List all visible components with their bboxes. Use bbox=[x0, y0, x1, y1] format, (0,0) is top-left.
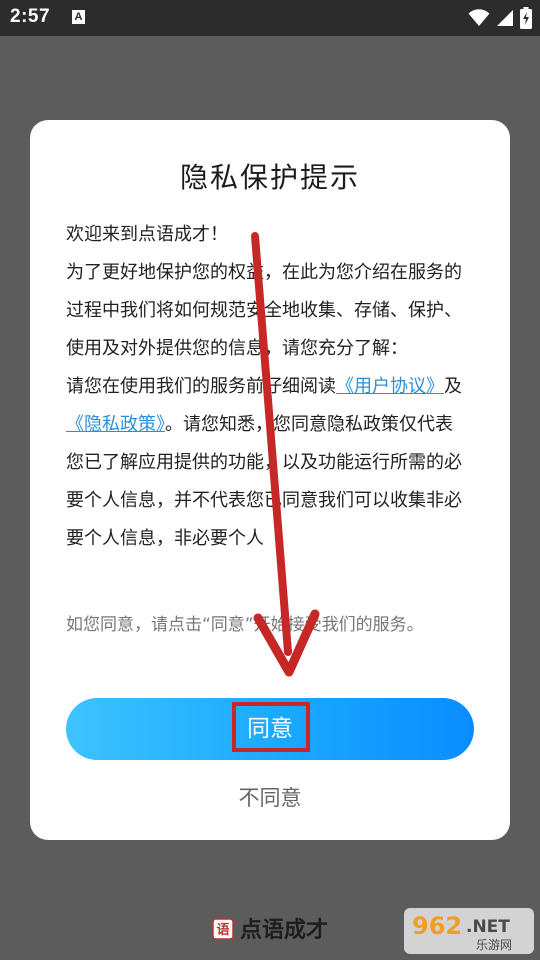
read-prefix: 请您在使用我们的服务前仔细阅读 bbox=[66, 376, 336, 397]
status-time: 2:57 bbox=[10, 6, 51, 27]
status-bar: 2:57 A bbox=[0, 0, 540, 36]
notification-icon: A bbox=[72, 10, 85, 24]
svg-text:语: 语 bbox=[216, 923, 229, 938]
logo-text: 点语成才 bbox=[239, 918, 328, 943]
privacy-policy-link[interactable]: 《隐私政策》 bbox=[66, 414, 165, 435]
intro-text: 为了更好地保护您的权益，在此为您介绍在服务的过程中我们将如何规范安全地收集、存储… bbox=[66, 262, 462, 359]
svg-text:962: 962 bbox=[412, 912, 462, 940]
wifi-icon bbox=[468, 9, 490, 26]
annotation-highlight-box bbox=[232, 702, 310, 752]
dialog-body[interactable]: 欢迎来到点语成才！ 为了更好地保护您的权益，在此为您介绍在服务的过程中我们将如何… bbox=[66, 216, 470, 590]
status-icons bbox=[468, 6, 532, 30]
watermark-logo: 962 .NET 乐游网 bbox=[404, 908, 534, 954]
user-agreement-link[interactable]: 《用户协议》 bbox=[336, 376, 444, 397]
disagree-button[interactable]: 不同意 bbox=[30, 782, 510, 812]
logo-mark-icon: 语 bbox=[212, 918, 234, 940]
and-text: 及 bbox=[444, 376, 462, 397]
dialog-note: 如您同意，请点击“同意”开始接受我们的服务。 bbox=[66, 615, 424, 635]
dialog-title: 隐私保护提示 bbox=[179, 161, 360, 194]
read-paragraph: 请您在使用我们的服务前仔细阅读《用户协议》及《隐私政策》。请您知悉，您同意隐私政… bbox=[66, 368, 470, 558]
signal-icon bbox=[497, 10, 513, 26]
svg-text:.NET: .NET bbox=[466, 917, 510, 937]
battery-charging-icon bbox=[520, 7, 532, 29]
privacy-dialog: 隐私保护提示 欢迎来到点语成才！ 为了更好地保护您的权益，在此为您介绍在服务的过… bbox=[30, 120, 510, 840]
greeting-text: 欢迎来到点语成才！ bbox=[66, 224, 228, 245]
svg-text:乐游网: 乐游网 bbox=[476, 938, 512, 952]
